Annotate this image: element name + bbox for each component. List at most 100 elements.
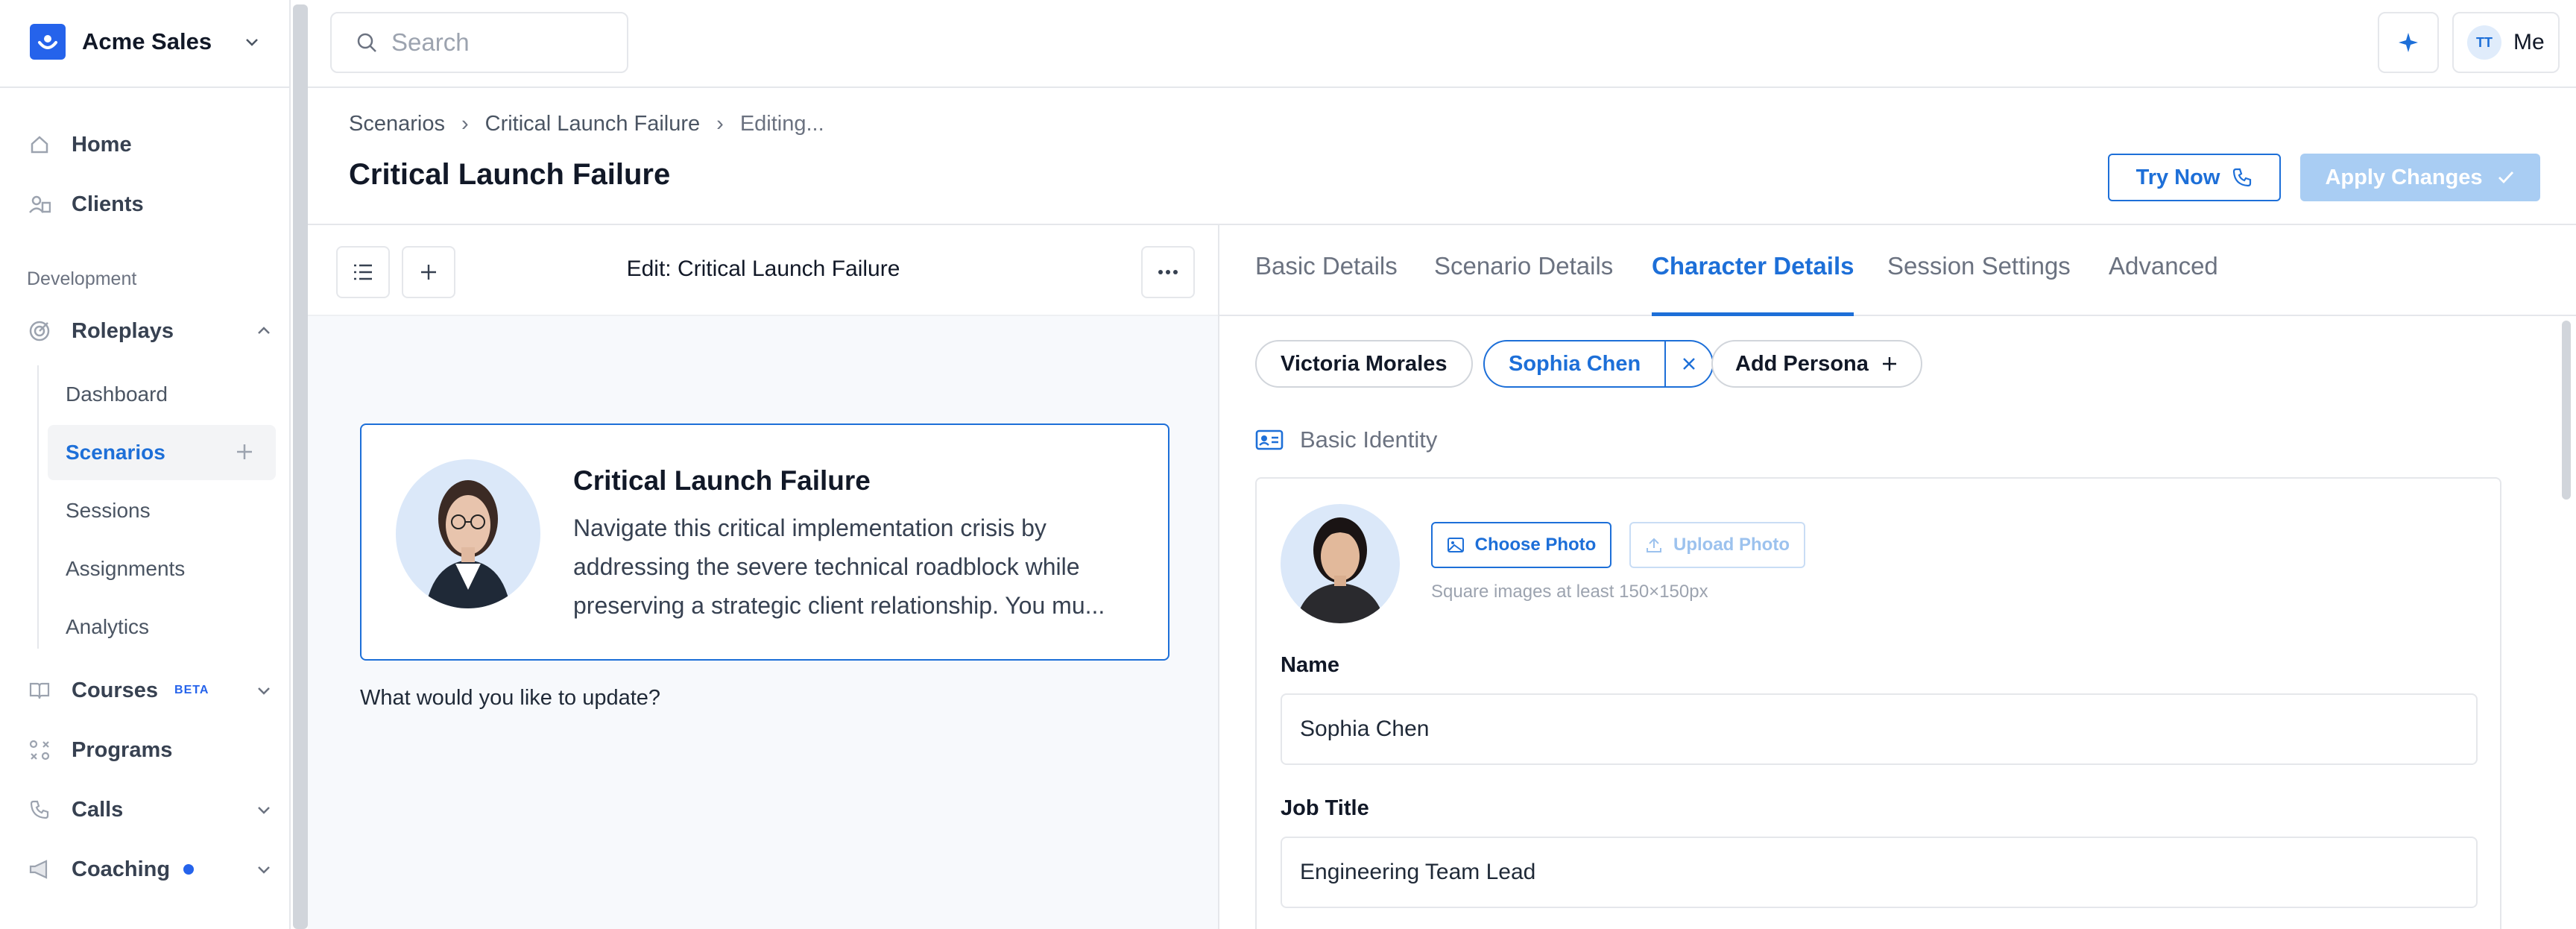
ai-assistant-button[interactable] (2378, 12, 2439, 73)
job-title-field[interactable]: Engineering Team Lead (1281, 837, 2478, 908)
add-persona-button[interactable]: Add Persona (1711, 340, 1922, 388)
card-description: Navigate this critical implementation cr… (573, 514, 1105, 619)
megaphone-icon (27, 857, 52, 882)
programs-icon (27, 737, 52, 763)
chevron-right-icon: › (461, 112, 469, 136)
image-icon (1447, 538, 1464, 552)
sidebar-divider (0, 86, 291, 88)
home-icon (27, 132, 52, 157)
avatar: TT (2467, 25, 2501, 60)
more-horizontal-icon (1158, 270, 1178, 274)
org-logo-icon (30, 24, 66, 60)
persona-photo (1281, 504, 1400, 623)
page-title: Critical Launch Failure (349, 158, 671, 191)
basic-identity-card: Choose Photo Upload Photo Square images … (1255, 477, 2501, 929)
try-now-label: Try Now (2135, 165, 2220, 189)
notification-dot (183, 864, 195, 875)
close-icon (1683, 358, 1696, 370)
persona-chip-victoria[interactable]: Victoria Morales (1255, 340, 1473, 388)
sidebar-item-programs[interactable]: Programs (27, 729, 273, 771)
user-menu-button[interactable]: TT Me (2452, 12, 2560, 73)
persona-chip-sophia[interactable]: Sophia Chen (1483, 340, 1714, 388)
search-placeholder: Search (391, 28, 470, 56)
id-card-icon (1255, 429, 1284, 450)
choose-photo-button[interactable]: Choose Photo (1431, 522, 1611, 568)
sidebar-subitem-sessions[interactable]: Sessions (48, 483, 276, 538)
chevron-down-icon (246, 39, 258, 46)
sidebar-item-label: Home (72, 132, 132, 157)
sidebar-item-label: Roleplays (72, 318, 174, 343)
upload-photo-button[interactable]: Upload Photo (1629, 522, 1805, 568)
name-label: Name (1281, 653, 1339, 677)
clients-icon (27, 192, 52, 217)
breadcrumb: Scenarios › Critical Launch Failure › Ed… (349, 112, 824, 136)
sidebar: Acme Sales Home Clients Development Role… (0, 0, 291, 929)
card-title: Critical Launch Failure (573, 465, 871, 496)
editor-pane: Edit: Critical Launch Failure Critical L… (308, 225, 1219, 929)
tab-scenario-details[interactable]: Scenario Details (1434, 252, 1613, 316)
breadcrumb-item-scenario[interactable]: Critical Launch Failure (485, 112, 701, 136)
sidebar-subitem-assignments[interactable]: Assignments (48, 541, 276, 596)
tab-basic-details[interactable]: Basic Details (1255, 252, 1398, 316)
plus-icon[interactable] (234, 441, 255, 462)
chevron-right-icon: › (716, 112, 724, 136)
user-label: Me (2513, 30, 2545, 54)
sidebar-item-home[interactable]: Home (27, 124, 273, 166)
upload-photo-label: Upload Photo (1673, 535, 1790, 555)
sidebar-subitem-scenarios[interactable]: Scenarios (48, 425, 276, 480)
try-now-button[interactable]: Try Now (2108, 154, 2281, 201)
photo-hint: Square images at least 150×150px (1431, 582, 1708, 602)
breadcrumb-item-scenarios[interactable]: Scenarios (349, 112, 445, 136)
sidebar-item-label: Clients (72, 192, 144, 216)
choose-photo-label: Choose Photo (1474, 535, 1597, 555)
sidebar-item-roleplays[interactable]: Roleplays (27, 310, 273, 352)
top-bar: Search TT Me (308, 0, 2576, 88)
breadcrumb-item-current: Editing... (739, 112, 824, 136)
sidebar-subitem-analytics[interactable]: Analytics (48, 599, 276, 655)
phone-icon (27, 797, 52, 822)
add-persona-label: Add Persona (1735, 351, 1869, 376)
persona-chip-label: Victoria Morales (1281, 351, 1448, 376)
chevron-down-icon[interactable] (255, 801, 273, 819)
plus-icon (1882, 357, 1896, 371)
section-title-basic-identity: Basic Identity (1255, 426, 1437, 453)
org-switcher[interactable]: Acme Sales (30, 22, 261, 61)
sidebar-scrollbar[interactable] (293, 4, 308, 929)
remove-persona-button[interactable] (1666, 356, 1712, 372)
chevron-down-icon[interactable] (255, 860, 273, 878)
scenario-card[interactable]: Critical Launch Failure Navigate this cr… (360, 423, 1169, 661)
tab-advanced[interactable]: Advanced (2109, 252, 2218, 316)
job-title-label: Job Title (1281, 796, 1369, 820)
apply-changes-button[interactable]: Apply Changes (2300, 154, 2540, 201)
search-input[interactable]: Search (330, 12, 628, 73)
sidebar-item-coaching[interactable]: Coaching (27, 848, 273, 890)
persona-avatar (396, 459, 540, 608)
persona-chip-label: Sophia Chen (1509, 351, 1641, 376)
right-scrollbar[interactable] (2562, 321, 2571, 500)
pane-divider (1218, 225, 1219, 929)
section-title-label: Basic Identity (1300, 426, 1438, 453)
sidebar-item-courses[interactable]: Courses BETA (27, 670, 273, 711)
sidebar-item-calls[interactable]: Calls (27, 789, 273, 831)
target-icon (27, 318, 52, 344)
sparkle-icon (2399, 33, 2418, 52)
tab-session-settings[interactable]: Session Settings (1887, 252, 2071, 316)
phone-icon (2233, 168, 2252, 187)
update-prompt: What would you like to update? (360, 686, 661, 710)
upload-icon (1647, 538, 1661, 552)
check-icon (2498, 171, 2513, 184)
tab-character-details[interactable]: Character Details (1652, 252, 1854, 316)
chevron-down-icon[interactable] (255, 681, 273, 699)
chevron-up-icon[interactable] (255, 322, 273, 340)
sidebar-item-label: Calls (72, 797, 124, 822)
sidebar-item-label: Programs (72, 737, 173, 762)
sidebar-item-clients[interactable]: Clients (27, 183, 273, 225)
more-options-button[interactable] (1141, 246, 1195, 298)
sidebar-subitem-dashboard[interactable]: Dashboard (48, 367, 276, 422)
beta-badge: BETA (174, 684, 209, 696)
name-field[interactable]: Sophia Chen (1281, 693, 2478, 765)
book-icon (27, 678, 52, 703)
sidebar-item-label: Scenarios (66, 441, 165, 464)
org-name: Acme Sales (82, 28, 212, 54)
editor-title: Edit: Critical Launch Failure (626, 256, 900, 281)
